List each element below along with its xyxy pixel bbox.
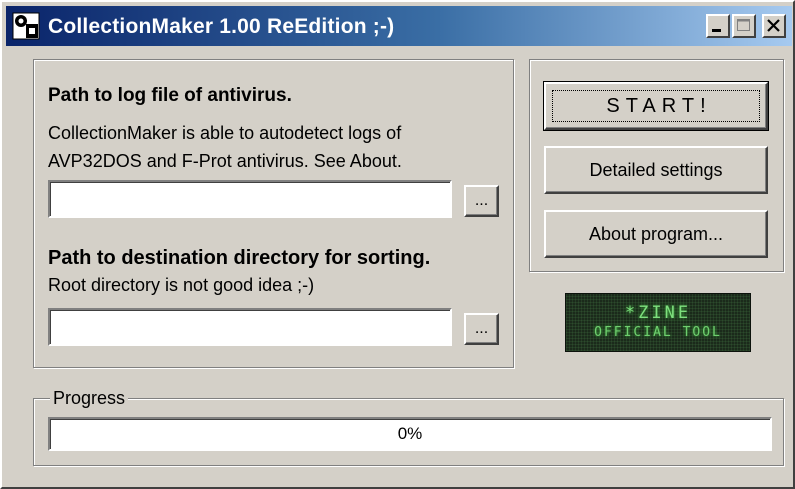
minimize-button[interactable] (706, 14, 730, 38)
dest-path-input[interactable] (48, 308, 452, 346)
title-bar[interactable]: CollectionMaker 1.00 ReEdition ;-) (6, 6, 792, 46)
maximize-button[interactable] (732, 14, 756, 38)
log-path-input[interactable] (48, 180, 452, 218)
detailed-settings-button[interactable]: Detailed settings (544, 146, 768, 194)
minimize-icon (712, 29, 721, 32)
start-button[interactable]: START! (543, 81, 769, 131)
logo-line2: OFFICIAL TOOL (594, 325, 722, 340)
app-window: CollectionMaker 1.00 ReEdition ;-) Path … (0, 0, 795, 489)
app-icon[interactable] (12, 12, 40, 40)
window-title: CollectionMaker 1.00 ReEdition ;-) (48, 15, 395, 38)
focus-rectangle (552, 90, 760, 122)
close-button[interactable] (762, 14, 786, 38)
zine-official-tool-logo: *ZINE OFFICIAL TOOL (565, 293, 751, 352)
dest-browse-button[interactable]: ... (464, 313, 499, 345)
progress-percent: 0% (397, 424, 423, 443)
progress-legend: Progress (50, 388, 129, 409)
logo-line1: *ZINE (624, 303, 692, 323)
log-path-description-line1: CollectionMaker is able to autodetect lo… (48, 123, 402, 143)
close-icon (767, 19, 780, 32)
log-browse-button[interactable]: ... (464, 185, 499, 217)
dest-path-heading: Path to destination directory for sortin… (48, 247, 431, 269)
maximize-icon (737, 19, 750, 31)
log-path-description-line2: AVP32DOS and F-Prot antivirus. See About… (48, 151, 402, 171)
progress-bar: 0% (48, 417, 772, 451)
about-program-button[interactable]: About program... (544, 210, 768, 258)
dest-path-description: Root directory is not good idea ;-) (48, 275, 315, 295)
log-path-heading: Path to log file of antivirus. (48, 85, 292, 106)
